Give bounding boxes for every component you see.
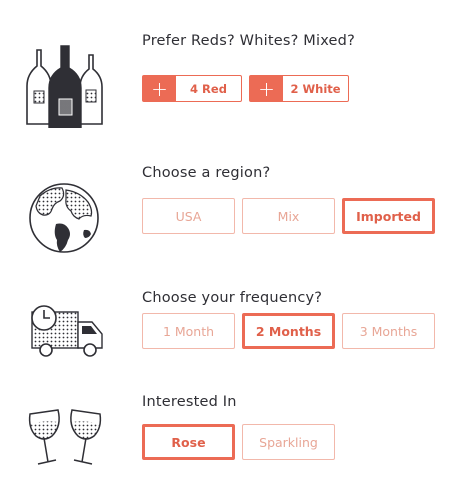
interest-title: Interested In — [142, 394, 237, 410]
frequency-option-3-months[interactable]: 3 Months — [342, 313, 435, 349]
region-option-label: Imported — [356, 208, 421, 224]
red-counter-button[interactable]: + 4 Red — [142, 75, 242, 102]
wine-glasses-toast-icon — [26, 408, 106, 478]
region-option-usa[interactable]: USA — [142, 198, 235, 234]
interest-option-label: Sparkling — [259, 434, 318, 450]
region-option-mix[interactable]: Mix — [242, 198, 335, 234]
wine-bottles-icon — [26, 44, 106, 132]
frequency-title: Choose your frequency? — [142, 290, 323, 306]
white-counter-label: 2 White — [290, 81, 341, 96]
frequency-option-2-months[interactable]: 2 Months — [242, 313, 335, 349]
white-counter-button[interactable]: + 2 White — [249, 75, 349, 102]
globe-icon — [26, 180, 102, 260]
region-option-label: Mix — [277, 208, 300, 224]
wine-type-section: Prefer Reds? Whites? Mixed? + 4 Red + 2 … — [0, 0, 470, 140]
wine-type-title: Prefer Reds? Whites? Mixed? — [142, 33, 355, 49]
frequency-option-label: 1 Month — [162, 323, 215, 339]
frequency-option-1-month[interactable]: 1 Month — [142, 313, 235, 349]
red-counter-label: 4 Red — [190, 81, 227, 96]
region-option-label: USA — [175, 208, 202, 224]
plus-icon[interactable]: + — [250, 76, 283, 101]
plus-icon[interactable]: + — [143, 76, 176, 101]
interest-option-label: Rose — [171, 434, 206, 450]
frequency-option-label: 2 Months — [255, 323, 322, 339]
region-section: Choose a region? USA Mix Imported — [0, 140, 470, 280]
region-option-imported[interactable]: Imported — [342, 198, 435, 234]
interest-option-sparkling[interactable]: Sparkling — [242, 424, 335, 460]
interest-section: Interested In Rose Sparkling — [0, 390, 470, 489]
interest-option-rose[interactable]: Rose — [142, 424, 235, 460]
frequency-option-label: 3 Months — [359, 323, 418, 339]
delivery-truck-icon — [30, 304, 106, 364]
frequency-section: Choose your frequency? 1 Month 2 Months … — [0, 280, 470, 390]
region-title: Choose a region? — [142, 165, 271, 181]
